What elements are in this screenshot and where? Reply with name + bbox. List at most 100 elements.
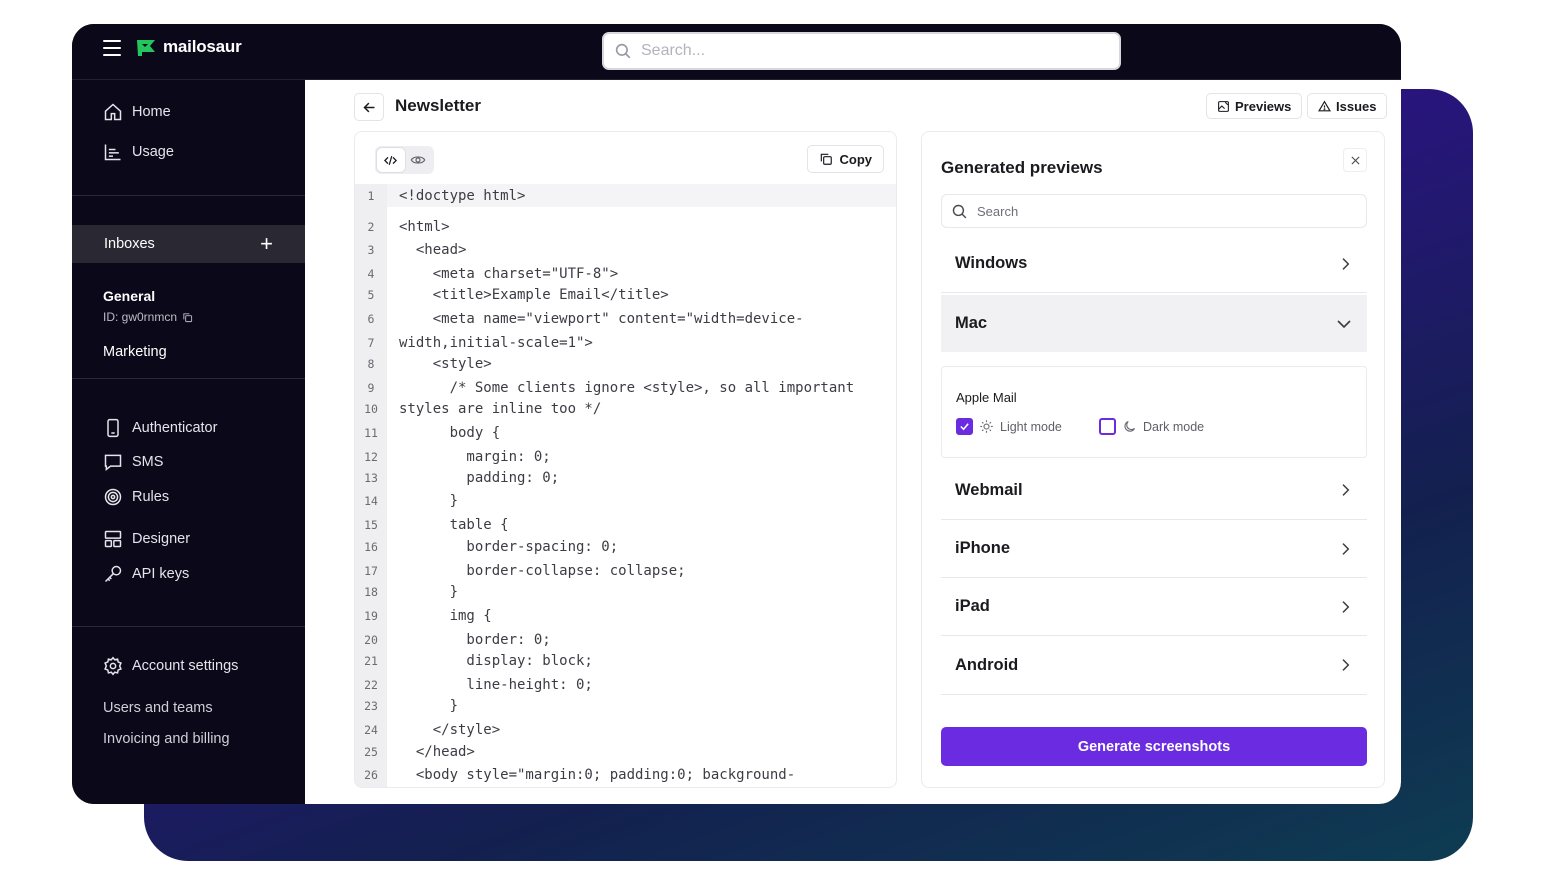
sidebar-divider [72,195,305,196]
mailosaur-logo-icon [137,40,155,56]
code-line: 1 <!doctype html> [355,184,896,207]
line-number: 5 [355,283,387,306]
code-line: 16 border-spacing: 0; [355,535,896,558]
add-inbox-icon[interactable]: + [260,233,273,255]
group-mac[interactable]: Mac [941,295,1367,352]
inbox-marketing[interactable]: Marketing [103,344,167,360]
code-view-toggle[interactable] [377,148,405,172]
light-mode-checkbox[interactable] [956,418,973,435]
light-mode-option[interactable]: Light mode [956,418,1062,435]
home-icon [104,103,122,121]
code-text: styles are inline too */ [399,400,602,417]
inbox-general[interactable]: General [103,288,155,304]
sidebar-label-api-keys: API keys [132,566,190,582]
sidebar-item-usage[interactable]: Usage [103,142,174,162]
search-icon [615,43,631,59]
sidebar-item-account-settings[interactable]: Account settings [103,656,238,676]
sidebar-label-authenticator: Authenticator [132,420,218,436]
back-button[interactable] [354,93,384,121]
menu-icon[interactable] [103,40,121,56]
chevron-right-icon [1342,659,1350,671]
code-line: 10 styles are inline too */ [355,397,896,420]
code-text: <meta name="viewport" content="width=dev… [399,310,804,327]
copy-icon[interactable] [182,312,193,323]
code-line: 18 } [355,580,896,603]
inbox-id: ID: gw0rnmcn [103,310,193,324]
preview-view-toggle[interactable] [405,148,433,172]
previews-search[interactable] [941,194,1367,228]
sidebar-label-designer: Designer [132,531,191,547]
line-number: 14 [355,489,387,512]
code-text: <title>Example Email</title> [399,286,669,303]
code-line: 8 <style> [355,352,896,375]
line-number: 7 [355,331,387,354]
code-text: </style> [399,721,501,738]
code-line: 11 body { [355,421,896,444]
line-number: 25 [355,740,387,763]
global-search[interactable] [602,32,1121,70]
search-input[interactable] [641,42,1096,60]
main-content: Newsletter Previews Issues Copy 1 <!doct… [305,80,1401,804]
code-line: 24 </style> [355,718,896,741]
code-line: 17 border-collapse: collapse; [355,559,896,582]
generate-screenshots-button[interactable]: Generate screenshots [941,727,1367,766]
usage-chart-icon [104,144,121,161]
line-number: 17 [355,559,387,582]
sidebar-item-api-keys[interactable]: API keys [103,564,189,584]
inboxes-header[interactable]: Inboxes + [72,225,305,263]
sidebar-item-designer[interactable]: Designer [103,529,190,549]
line-number: 24 [355,718,387,741]
sidebar-item-invoicing[interactable]: Invoicing and billing [103,731,230,747]
code-text: } [399,583,459,600]
previews-panel: Generated previews Windows Mac Apple Mai… [921,131,1385,788]
sidebar-divider [72,626,305,627]
message-icon [104,454,122,472]
code-text: <!doctype html> [399,187,526,204]
code-line: 7 width,initial-scale=1"> [355,331,896,354]
dark-mode-option[interactable]: Dark mode [1099,418,1204,435]
top-bar: mailosaur [72,24,1401,80]
sidebar-item-rules[interactable]: Rules [103,487,169,507]
chevron-right-icon [1342,484,1350,496]
sidebar-item-users-teams[interactable]: Users and teams [103,700,213,716]
line-number: 1 [355,184,387,207]
group-webmail[interactable]: Webmail [941,461,1367,520]
code-text: display: block; [399,652,593,669]
previews-search-input[interactable] [977,203,1330,219]
sidebar-item-sms[interactable]: SMS [103,452,163,472]
sidebar-item-home[interactable]: Home [103,102,171,122]
code-text: width,initial-scale=1"> [399,334,593,351]
sidebar-label-home: Home [132,104,171,120]
sidebar-item-authenticator[interactable]: Authenticator [103,418,217,438]
code-text: padding: 0; [399,469,560,486]
line-number: 6 [355,307,387,330]
code-line: 12 margin: 0; [355,445,896,468]
copy-button[interactable]: Copy [806,145,884,173]
previews-button[interactable]: Previews [1206,93,1303,119]
code-line: 22 line-height: 0; [355,673,896,696]
group-windows[interactable]: Windows [941,235,1367,293]
close-button[interactable] [1343,148,1367,172]
code-line: 19 img { [355,604,896,627]
group-iphone[interactable]: iPhone [941,520,1367,578]
group-ipad[interactable]: iPad [941,578,1367,636]
dark-mode-checkbox[interactable] [1099,418,1116,435]
app-name: mailosaur [163,37,242,56]
code-text: /* Some clients ignore <style>, so all i… [399,379,855,396]
inbox-id-text: ID: gw0rnmcn [103,310,178,324]
group-android[interactable]: Android [941,636,1367,695]
line-number: 16 [355,535,387,558]
page-title: Newsletter [395,96,481,115]
code-line: 2 <html> [355,215,896,238]
logo[interactable]: mailosaur [135,37,242,57]
code-text: } [399,697,459,714]
sidebar-label-usage: Usage [132,144,174,160]
line-number: 20 [355,628,387,651]
group-label: Mac [955,314,988,332]
view-toggle [375,146,434,174]
layout-icon [104,530,122,548]
issues-button[interactable]: Issues [1307,93,1388,119]
code-text: </head> [399,743,475,760]
line-number: 9 [355,376,387,399]
copy-icon [820,153,832,165]
